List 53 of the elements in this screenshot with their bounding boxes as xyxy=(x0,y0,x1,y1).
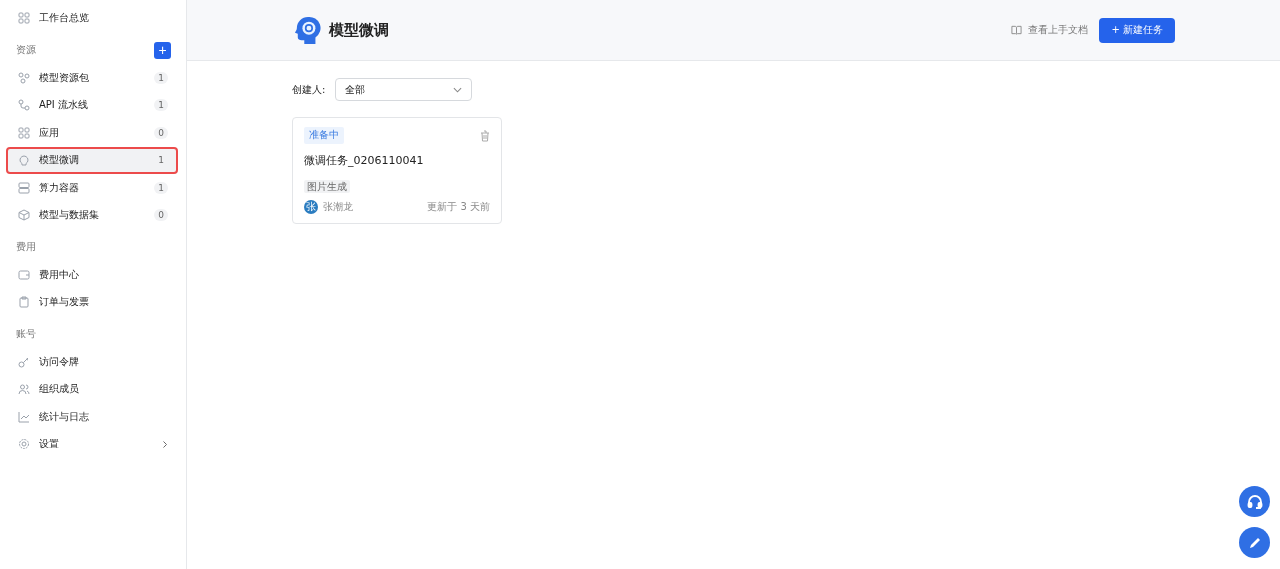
key-icon xyxy=(18,355,30,368)
clipboard-icon xyxy=(18,296,30,309)
grid-icon xyxy=(18,12,30,24)
support-button[interactable] xyxy=(1239,486,1270,517)
count-badge: 1 xyxy=(154,181,168,194)
users-icon xyxy=(18,383,30,396)
book-icon xyxy=(1011,25,1023,35)
page-title: 模型微调 xyxy=(329,20,389,40)
cube-icon xyxy=(18,209,30,222)
wallet-icon xyxy=(18,268,30,281)
sidebar-item[interactable]: 模型资源包 1 xyxy=(6,64,178,92)
sidebar-item[interactable]: 组织成员 xyxy=(6,375,178,403)
task-card[interactable]: 准备中 微调任务_0206110041 图片生成 张 张潮龙 更新于 3 天前 xyxy=(292,117,502,224)
chevron-down-icon xyxy=(453,86,463,93)
filter-label: 创建人: xyxy=(292,82,326,97)
grid-icon xyxy=(18,126,30,139)
sidebar-item[interactable]: 工作台总览 xyxy=(6,4,178,32)
sidebar-item[interactable]: 访问令牌 xyxy=(6,348,178,376)
owner-name: 张潮龙 xyxy=(323,200,353,214)
nodes-icon xyxy=(18,99,30,112)
sidebar-item[interactable]: 统计与日志 xyxy=(6,403,178,431)
count-badge: 0 xyxy=(154,126,168,139)
count-badge: 1 xyxy=(154,71,168,84)
head-icon xyxy=(18,154,30,167)
headset-icon xyxy=(1246,493,1263,510)
edit-button[interactable] xyxy=(1239,527,1270,558)
creator-select[interactable]: 全部 xyxy=(335,78,473,101)
settings-icon xyxy=(18,438,30,451)
updated-time: 更新于 3 天前 xyxy=(427,200,490,214)
sidebar-item[interactable]: 费用中心 xyxy=(6,261,178,289)
task-tag: 图片生成 xyxy=(304,180,350,193)
section-title: 账号 xyxy=(16,327,36,341)
sidebar-item[interactable]: 订单与发票 xyxy=(6,288,178,316)
status-tag: 准备中 xyxy=(304,127,344,144)
sidebar-item[interactable]: 设置 xyxy=(6,430,178,458)
count-badge: 0 xyxy=(154,209,168,222)
sidebar-item[interactable]: 算力容器 1 xyxy=(6,174,178,202)
avatar: 张 xyxy=(304,200,318,214)
section-title: 费用 xyxy=(16,240,36,254)
sidebar-item[interactable]: 模型微调 1 xyxy=(6,146,178,174)
task-name: 微调任务_0206110041 xyxy=(304,153,425,168)
sidebar-item[interactable]: 应用 0 xyxy=(6,119,178,147)
add-button[interactable]: + xyxy=(154,41,171,59)
section-title: 资源 xyxy=(16,43,36,57)
sidebar-item[interactable]: 模型与数据集 0 xyxy=(6,201,178,229)
sidebar-item[interactable]: API 流水线 1 xyxy=(6,91,178,119)
head-logo-icon xyxy=(295,16,321,44)
molecule-icon xyxy=(18,71,30,84)
server-icon xyxy=(18,181,30,194)
new-task-button[interactable]: + 新建任务 xyxy=(1099,17,1175,43)
count-badge: 1 xyxy=(154,99,168,112)
chart-icon xyxy=(18,410,30,423)
docs-link[interactable]: 查看上手文档 xyxy=(1011,23,1089,37)
